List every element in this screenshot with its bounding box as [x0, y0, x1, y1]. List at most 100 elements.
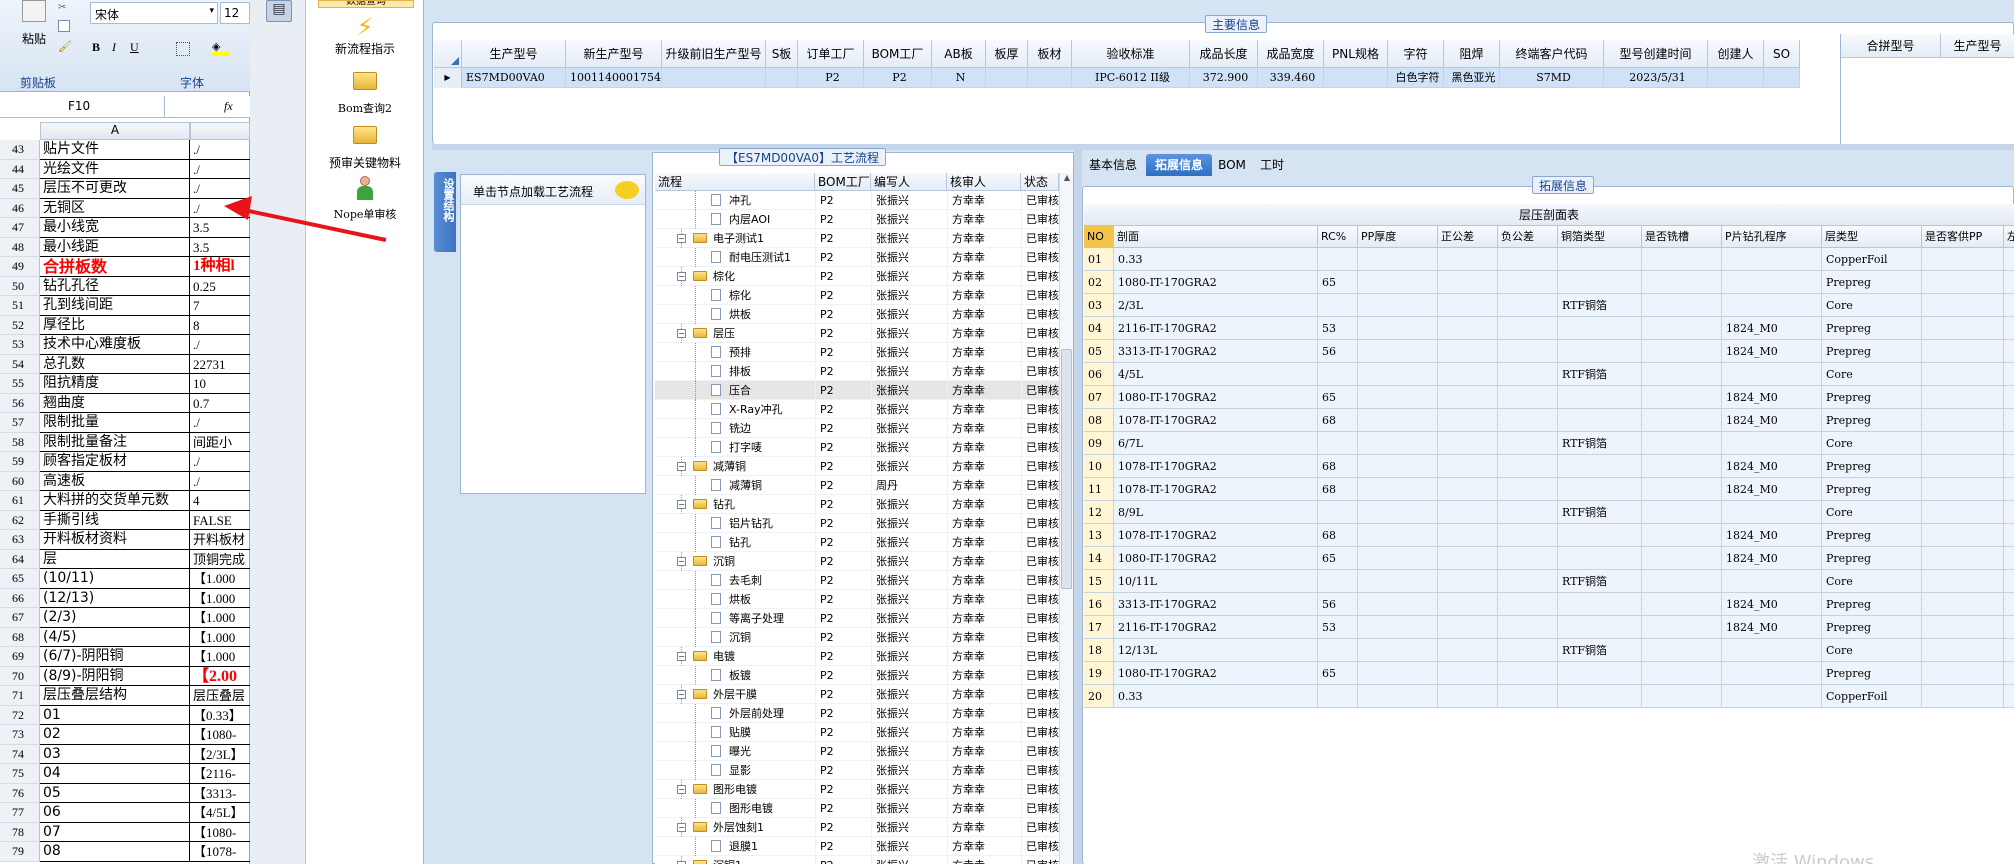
excel-cell-a[interactable]: (8/9)-阴阳铜: [40, 666, 190, 686]
main-info-col-header[interactable]: PNL规格: [1324, 40, 1388, 68]
detail-tab[interactable]: 工时: [1252, 154, 1292, 176]
excel-cell-a[interactable]: 06: [40, 803, 190, 823]
expand-toggle-icon[interactable]: −: [677, 785, 686, 794]
flow-col-header[interactable]: 流程: [655, 173, 815, 191]
excel-row-number[interactable]: 70: [0, 666, 40, 686]
name-box[interactable]: F10: [0, 96, 165, 118]
excel-cell-a[interactable]: 开料板材资料: [40, 530, 190, 550]
laminate-col-header[interactable]: 正公差: [1438, 226, 1498, 248]
merge-col-header[interactable]: 合拼型号: [1841, 34, 1941, 58]
excel-cell-b[interactable]: 【1.000: [190, 628, 250, 647]
main-info-col-header[interactable]: 板材: [1028, 40, 1072, 68]
laminate-col-header[interactable]: 铜箔类型: [1558, 226, 1642, 248]
main-info-col-header[interactable]: 成品宽度: [1258, 40, 1324, 68]
flow-col-header[interactable]: 核审人: [947, 173, 1021, 191]
copy-icon[interactable]: [58, 20, 70, 32]
excel-row-number[interactable]: 67: [0, 608, 40, 628]
launcher-item-new-process[interactable]: ⚡ 新流程指示: [306, 14, 424, 64]
laminate-row[interactable]: 19 1080-IT-170GRA2 65 Prepreg: [1084, 662, 2014, 685]
excel-row-number[interactable]: 59: [0, 452, 40, 472]
flow-row[interactable]: 图形电镀 P2 张振兴 方幸幸 已审核: [655, 799, 1059, 818]
laminate-row[interactable]: 10 1078-IT-170GRA2 68 1824_M0 Prepreg: [1084, 455, 2014, 478]
scroll-thumb[interactable]: [1061, 349, 1072, 589]
laminate-row[interactable]: 07 1080-IT-170GRA2 65 1824_M0 Prepreg: [1084, 386, 2014, 409]
flow-row[interactable]: 钻孔 P2 张振兴 方幸幸 已审核: [655, 533, 1059, 552]
laminate-row[interactable]: 12 8/9L RTF铜箔 Core: [1084, 501, 2014, 524]
column-header-a[interactable]: A: [40, 122, 190, 140]
excel-cell-a[interactable]: 大料拼的交货单元数: [40, 491, 190, 511]
flow-row[interactable]: 烘板 P2 张振兴 方幸幸 已审核: [655, 305, 1059, 324]
main-info-cell[interactable]: [766, 68, 798, 88]
laminate-row[interactable]: 03 2/3L RTF铜箔 Core: [1084, 294, 2014, 317]
excel-cell-b[interactable]: 【2.00: [190, 667, 250, 686]
flow-row[interactable]: 等离子处理 P2 张振兴 方幸幸 已审核: [655, 609, 1059, 628]
toolbar-top-icon[interactable]: ▤: [266, 0, 292, 22]
main-info-col-header[interactable]: 验收标准: [1072, 40, 1190, 68]
flow-row[interactable]: − 电镀 P2 张振兴 方幸幸 已审核: [655, 647, 1059, 666]
flow-row[interactable]: 压合 P2 张振兴 方幸幸 已审核: [655, 381, 1059, 400]
flow-row[interactable]: X-Ray冲孔 P2 张振兴 方幸幸 已审核: [655, 400, 1059, 419]
flow-row[interactable]: 沉铜 P2 张振兴 方幸幸 已审核: [655, 628, 1059, 647]
excel-cell-b[interactable]: ./: [190, 160, 250, 179]
fx-icon[interactable]: fx: [224, 99, 233, 114]
main-info-col-header[interactable]: 成品长度: [1190, 40, 1258, 68]
flow-row[interactable]: 减薄铜 P2 周丹 方幸幸 已审核: [655, 476, 1059, 495]
excel-row-number[interactable]: 50: [0, 276, 40, 296]
excel-cell-b[interactable]: 【1.000: [190, 647, 250, 667]
laminate-row[interactable]: 01 0.33 CopperFoil: [1084, 248, 2014, 271]
excel-row-number[interactable]: 75: [0, 764, 40, 784]
merge-col-header[interactable]: 生产型号: [1941, 34, 2014, 58]
main-info-cell[interactable]: [1764, 68, 1800, 88]
excel-cell-a[interactable]: 阻抗精度: [40, 374, 190, 394]
laminate-row[interactable]: 06 4/5L RTF铜箔 Core: [1084, 363, 2014, 386]
excel-cell-b[interactable]: 10: [190, 374, 250, 394]
excel-row-number[interactable]: 53: [0, 335, 40, 355]
laminate-col-header[interactable]: RC%: [1318, 226, 1358, 248]
main-info-col-header[interactable]: 升级前旧生产型号: [662, 40, 766, 68]
excel-row-number[interactable]: 55: [0, 374, 40, 394]
excel-cell-a[interactable]: 总孔数: [40, 354, 190, 374]
main-info-cell[interactable]: P2: [864, 68, 932, 88]
excel-row-number[interactable]: 51: [0, 296, 40, 316]
excel-cell-a[interactable]: 层: [40, 549, 190, 569]
excel-row-number[interactable]: 62: [0, 510, 40, 530]
excel-row-number[interactable]: 57: [0, 413, 40, 433]
paste-button[interactable]: 粘贴: [18, 0, 52, 52]
excel-cell-a[interactable]: 05: [40, 783, 190, 803]
excel-row-number[interactable]: 77: [0, 803, 40, 823]
excel-cell-b[interactable]: 间距小: [190, 433, 250, 452]
excel-cell-b[interactable]: ./: [190, 413, 250, 433]
main-info-cell[interactable]: [1708, 68, 1764, 88]
flow-row[interactable]: 打字唛 P2 张振兴 方幸幸 已审核: [655, 438, 1059, 457]
excel-row-number[interactable]: 43: [0, 140, 40, 160]
laminate-col-header[interactable]: 剖面: [1114, 226, 1318, 248]
excel-cell-a[interactable]: (6/7)-阴阳铜: [40, 647, 190, 667]
excel-cell-a[interactable]: 限制批量: [40, 413, 190, 433]
excel-cell-b[interactable]: 【0.33】: [190, 706, 250, 725]
flow-row[interactable]: 内层AOI P2 张振兴 方幸幸 已审核: [655, 210, 1059, 229]
flow-row[interactable]: 贴膜 P2 张振兴 方幸幸 已审核: [655, 723, 1059, 742]
main-info-cell[interactable]: [986, 68, 1028, 88]
format-painter-icon[interactable]: 🖌: [58, 40, 72, 53]
excel-cell-a[interactable]: 层压叠层结构: [40, 686, 190, 706]
excel-cell-a[interactable]: 贴片文件: [40, 140, 190, 160]
laminate-row[interactable]: 09 6/7L RTF铜箔 Core: [1084, 432, 2014, 455]
excel-cell-a[interactable]: 手撕引线: [40, 510, 190, 530]
excel-row-number[interactable]: 60: [0, 471, 40, 491]
excel-cell-a[interactable]: 最小线宽: [40, 218, 190, 238]
excel-row-number[interactable]: 54: [0, 354, 40, 374]
excel-cell-a[interactable]: 厚径比: [40, 315, 190, 335]
flow-row[interactable]: 退膜1 P2 张振兴 方幸幸 已审核: [655, 837, 1059, 856]
laminate-row[interactable]: 08 1078-IT-170GRA2 68 1824_M0 Prepreg: [1084, 409, 2014, 432]
flow-row[interactable]: 板镀 P2 张振兴 方幸幸 已审核: [655, 666, 1059, 685]
excel-cell-a[interactable]: (12/13): [40, 588, 190, 608]
excel-cell-a[interactable]: 孔到线间距: [40, 296, 190, 316]
main-info-cell[interactable]: [662, 68, 766, 88]
expand-toggle-icon[interactable]: −: [677, 234, 686, 243]
italic-button[interactable]: I: [112, 40, 128, 58]
main-info-cell[interactable]: ES7MD00VA0: [462, 68, 566, 88]
main-info-cell[interactable]: 2023/5/31: [1604, 68, 1708, 88]
laminate-col-header[interactable]: 是否客供PP: [1922, 226, 2004, 248]
excel-cell-a[interactable]: 限制批量备注: [40, 432, 190, 452]
flow-row[interactable]: 去毛刺 P2 张振兴 方幸幸 已审核: [655, 571, 1059, 590]
